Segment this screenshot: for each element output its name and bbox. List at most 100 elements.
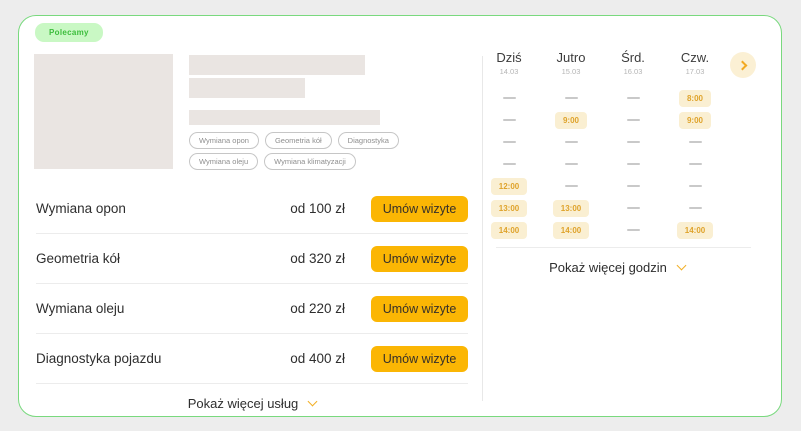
- workshop-address-skeleton: [189, 110, 380, 125]
- unavailable-slot-dash: [503, 97, 516, 99]
- time-slot-button[interactable]: 13:00: [553, 200, 589, 217]
- time-slot-button[interactable]: 8:00: [679, 90, 711, 107]
- unavailable-slot-dash: [627, 207, 640, 209]
- unavailable-slot-dash: [689, 207, 702, 209]
- service-tag: Diagnostyka: [338, 132, 399, 149]
- service-tag: Wymiana klimatyzacji: [264, 153, 356, 170]
- unavailable-slot-dash: [565, 185, 578, 187]
- time-slot-button[interactable]: 9:00: [679, 112, 711, 129]
- service-name: Wymiana opon: [36, 201, 290, 216]
- service-price: od 220 zł: [290, 301, 345, 316]
- service-row: Geometria kółod 320 zł Umów wizyte: [36, 234, 468, 284]
- time-slot-button[interactable]: 14:00: [491, 222, 527, 239]
- slot-cell: [602, 197, 664, 219]
- time-slot-button[interactable]: 12:00: [491, 178, 527, 195]
- unavailable-slot-dash: [565, 97, 578, 99]
- workshop-card: Polecamy Wymiana oponGeometria kółDiagno…: [18, 15, 782, 417]
- slot-cell: [540, 131, 602, 153]
- workshop-title-skeleton: [189, 55, 365, 75]
- chevron-right-icon: [737, 60, 747, 70]
- slot-cell: [540, 153, 602, 175]
- calendar-next-button[interactable]: [730, 52, 756, 78]
- services-list: Wymiana oponod 100 złUmów wizyteGeometri…: [36, 184, 468, 418]
- book-visit-button[interactable]: Umów wizyte: [371, 196, 468, 222]
- slot-cell: 14:00: [478, 219, 540, 241]
- slot-cell: [602, 153, 664, 175]
- calendar-date-label: 16.03: [624, 67, 643, 78]
- calendar-slots: 8:00 9:00 14:00: [664, 87, 726, 241]
- availability-calendar: Dziś14.0312:0013:0014:00Jutro15.039:0013…: [478, 50, 726, 241]
- slot-cell: [602, 175, 664, 197]
- calendar-day-label: Śrd.: [621, 50, 645, 67]
- slot-cell: 13:00: [540, 197, 602, 219]
- calendar-divider: [496, 247, 751, 248]
- chevron-down-icon: [308, 396, 318, 406]
- service-row: Wymiana oponod 100 zł Umów wizyte: [36, 184, 468, 234]
- unavailable-slot-dash: [627, 141, 640, 143]
- service-tags: Wymiana oponGeometria kółDiagnostykaWymi…: [189, 132, 459, 170]
- calendar-date-label: 14.03: [500, 67, 519, 78]
- slot-cell: 8:00: [664, 87, 726, 109]
- unavailable-slot-dash: [503, 163, 516, 165]
- calendar-day-label: Czw.: [681, 50, 709, 67]
- slot-cell: [602, 109, 664, 131]
- unavailable-slot-dash: [627, 163, 640, 165]
- slot-cell: [478, 153, 540, 175]
- time-slot-button[interactable]: 13:00: [491, 200, 527, 217]
- unavailable-slot-dash: [503, 119, 516, 121]
- slot-cell: [664, 197, 726, 219]
- service-tag: Wymiana oleju: [189, 153, 258, 170]
- service-name: Geometria kół: [36, 251, 290, 266]
- service-row: Diagnostyka pojazduod 400 złUmów wizyte: [36, 334, 468, 384]
- unavailable-slot-dash: [627, 119, 640, 121]
- book-visit-button[interactable]: Umów wizyte: [371, 246, 468, 272]
- slot-cell: [664, 153, 726, 175]
- unavailable-slot-dash: [503, 141, 516, 143]
- chevron-down-icon: [676, 260, 686, 270]
- slot-cell: 12:00: [478, 175, 540, 197]
- slot-cell: 9:00: [664, 109, 726, 131]
- slot-cell: [602, 87, 664, 109]
- slot-cell: 14:00: [540, 219, 602, 241]
- unavailable-slot-dash: [627, 229, 640, 231]
- time-slot-button[interactable]: 14:00: [677, 222, 713, 239]
- service-tag: Wymiana opon: [189, 132, 259, 149]
- show-more-hours-link[interactable]: Pokaż więcej godzin: [483, 254, 751, 280]
- calendar-date-label: 17.03: [686, 67, 705, 78]
- calendar-day-column: Śrd.16.03: [602, 50, 664, 241]
- slot-cell: [478, 131, 540, 153]
- slot-cell: [478, 109, 540, 131]
- service-price: od 320 zł: [290, 251, 345, 266]
- calendar-date-label: 15.03: [562, 67, 581, 78]
- workshop-subtitle-skeleton: [189, 78, 305, 98]
- calendar-day-column: Jutro15.039:0013:0014:00: [540, 50, 602, 241]
- calendar-day-column: Czw.17.03 8:00 9:00 14:00: [664, 50, 726, 241]
- unavailable-slot-dash: [689, 163, 702, 165]
- service-row: Wymiana olejuod 220 zł Umów wizyte: [36, 284, 468, 334]
- unavailable-slot-dash: [689, 141, 702, 143]
- book-visit-button[interactable]: Umów wizyte: [371, 346, 468, 372]
- calendar-day-label: Dziś: [496, 50, 521, 67]
- slot-cell: 9:00: [540, 109, 602, 131]
- unavailable-slot-dash: [689, 185, 702, 187]
- slot-cell: 13:00: [478, 197, 540, 219]
- calendar-slots: [602, 87, 664, 241]
- calendar-slots: 9:00 13:00 14:00: [540, 87, 602, 241]
- calendar-day-column: Dziś14.03 12:00 13:00 14:00: [478, 50, 540, 241]
- calendar-slots: 12:00 13:00 14:00: [478, 87, 540, 241]
- slot-cell: [540, 175, 602, 197]
- slot-cell: [664, 131, 726, 153]
- time-slot-button[interactable]: 9:00: [555, 112, 587, 129]
- time-slot-button[interactable]: 14:00: [553, 222, 589, 239]
- service-name: Wymiana oleju: [36, 301, 290, 316]
- unavailable-slot-dash: [565, 163, 578, 165]
- unavailable-slot-dash: [627, 97, 640, 99]
- slot-cell: [664, 175, 726, 197]
- book-visit-button[interactable]: Umów wizyte: [371, 296, 468, 322]
- recommended-badge: Polecamy: [35, 23, 103, 42]
- slot-cell: [540, 87, 602, 109]
- unavailable-slot-dash: [565, 141, 578, 143]
- show-more-services-link[interactable]: Pokaż więcej usług: [36, 388, 468, 418]
- slot-cell: [602, 131, 664, 153]
- service-price: od 100 zł: [290, 201, 345, 216]
